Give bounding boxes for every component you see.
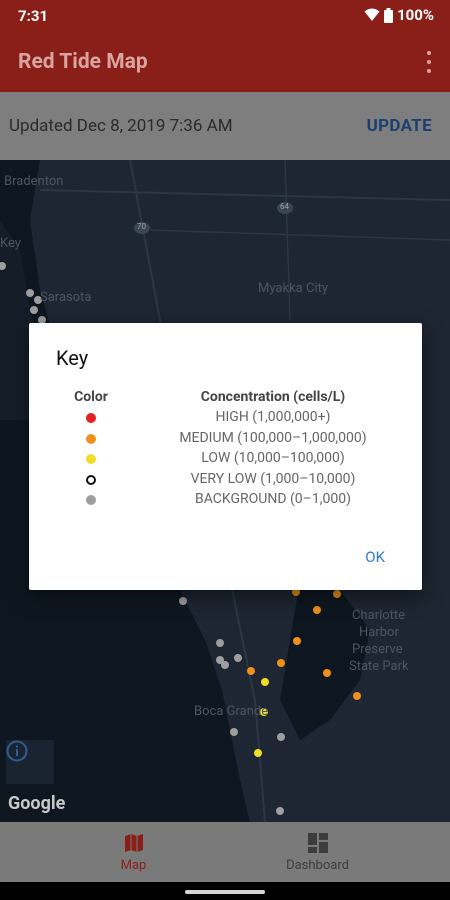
key-dialog: Key Color Concentration (cells/L) HIGH (… bbox=[29, 323, 422, 590]
map-label-bradenton: Bradenton bbox=[4, 174, 64, 189]
key-row-medium: MEDIUM (100,000–1,000,000) bbox=[29, 430, 422, 451]
map-label-charlotte-4: State Park bbox=[349, 659, 409, 674]
dialog-title: Key bbox=[56, 346, 89, 370]
map-label-key: Key bbox=[0, 236, 21, 251]
google-attribution: Google bbox=[8, 793, 66, 814]
map-label-myakka: Myakka City bbox=[258, 281, 328, 296]
map-label-charlotte-2: Harbor bbox=[359, 625, 399, 640]
key-label: BACKGROUND (0–1,000) bbox=[195, 491, 351, 507]
key-row-background: BACKGROUND (0–1,000) bbox=[29, 491, 422, 512]
update-bar: Updated Dec 8, 2019 7:36 AM UPDATE bbox=[0, 92, 450, 160]
status-bar: 7:31 100% bbox=[0, 0, 450, 31]
overflow-menu-icon[interactable] bbox=[426, 51, 432, 73]
bottom-navigation: Map Dashboard bbox=[0, 822, 450, 882]
status-icons: 100% bbox=[364, 6, 434, 24]
battery-percent: 100% bbox=[397, 6, 434, 24]
ok-button[interactable]: OK bbox=[365, 548, 385, 566]
info-icon bbox=[6, 740, 28, 762]
gesture-bar bbox=[0, 882, 450, 900]
battery-icon bbox=[384, 7, 394, 23]
map-label-boca-grande: Boca Grande bbox=[194, 704, 269, 719]
home-gesture-handle[interactable] bbox=[185, 890, 265, 894]
status-time: 7:31 bbox=[18, 7, 49, 25]
map-label-charlotte-1: Charlotte bbox=[352, 608, 406, 623]
hollow-dot-icon bbox=[86, 474, 96, 485]
red-dot-icon bbox=[86, 413, 96, 423]
key-label: VERY LOW (1,000–10,000) bbox=[190, 470, 356, 487]
key-row-low: LOW (10,000–100,000) bbox=[29, 450, 422, 471]
map-info-button[interactable] bbox=[6, 740, 54, 784]
concentration-column-header: Concentration (cells/L) bbox=[200, 389, 346, 405]
nav-dashboard[interactable]: Dashboard bbox=[205, 822, 430, 882]
dashboard-icon bbox=[307, 833, 328, 853]
key-row-high: HIGH (1,000,000+) bbox=[29, 409, 422, 430]
key-row-very-low: VERY LOW (1,000–10,000) bbox=[29, 471, 422, 492]
app-bar: Red Tide Map bbox=[0, 31, 450, 92]
road-shield-64: 64 bbox=[280, 202, 289, 211]
nav-dashboard-label: Dashboard bbox=[286, 858, 349, 873]
map-label-sarasota: Sarasota bbox=[40, 290, 92, 305]
key-label: HIGH (1,000,000+) bbox=[215, 409, 331, 425]
updated-timestamp: Updated Dec 8, 2019 7:36 AM bbox=[9, 116, 233, 136]
orange-dot-icon bbox=[86, 433, 96, 444]
yellow-dot-icon bbox=[86, 454, 96, 464]
key-label: LOW (10,000–100,000) bbox=[201, 450, 345, 466]
key-label: MEDIUM (100,000–1,000,000) bbox=[179, 429, 367, 446]
app-title: Red Tide Map bbox=[18, 50, 148, 74]
update-button[interactable]: UPDATE bbox=[367, 116, 432, 136]
nav-map-label: Map bbox=[120, 858, 147, 873]
road-shield-70: 70 bbox=[137, 222, 146, 231]
map-icon bbox=[124, 834, 143, 852]
color-column-header: Color bbox=[74, 389, 108, 405]
gray-dot-icon bbox=[86, 495, 96, 505]
map-label-charlotte-3: Preserve bbox=[352, 642, 403, 657]
wifi-icon bbox=[364, 8, 380, 21]
key-header-row: Color Concentration (cells/L) bbox=[29, 389, 422, 409]
key-table: Color Concentration (cells/L) HIGH (1,00… bbox=[29, 389, 422, 512]
